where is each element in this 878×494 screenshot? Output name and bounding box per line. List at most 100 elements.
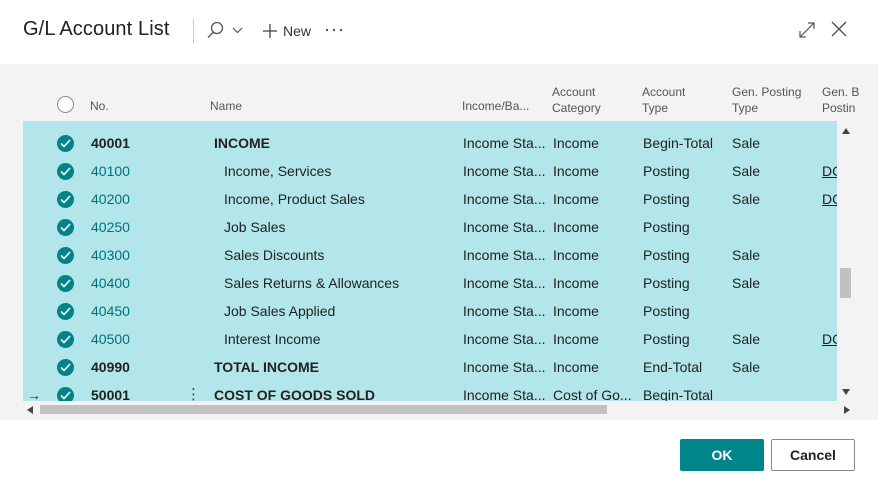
table-row[interactable]: 40200 Income, Product Sales Income Sta... I… <box>23 185 837 213</box>
cell-name: COST OF GOODS SOLD <box>214 387 376 401</box>
cell-gen-bus-posting[interactable]: DC <box>822 185 837 213</box>
column-header-gen-bus-posting-line1: Gen. B <box>822 85 860 99</box>
row-select-checkbox[interactable] <box>57 219 74 236</box>
cell-gen-bus-posting[interactable] <box>822 297 837 325</box>
vertical-scroll-thumb[interactable] <box>840 268 851 298</box>
cell-gen-posting-type: Sale <box>732 331 761 347</box>
checkmark-icon <box>60 279 71 288</box>
row-select-checkbox[interactable] <box>57 247 74 264</box>
column-header-income-balance[interactable]: Income/Ba... <box>462 98 542 114</box>
cell-no[interactable]: 50001 <box>91 381 181 401</box>
cell-account-category: Income <box>553 135 599 151</box>
table-row[interactable]: 40450 Job Sales Applied Income Sta... Incom… <box>23 297 837 325</box>
table-row[interactable]: 40500 Interest Income Income Sta... Income P… <box>23 325 837 353</box>
table-row[interactable]: 40300 Sales Discounts Income Sta... Income P… <box>23 241 837 269</box>
table-row[interactable]: 40400 Sales Returns & Allowances Income St… <box>23 269 837 297</box>
cell-no[interactable]: 40450 <box>91 297 181 325</box>
scroll-right-icon[interactable] <box>844 406 850 414</box>
checkmark-icon <box>60 307 71 316</box>
horizontal-scroll-thumb[interactable] <box>40 405 607 414</box>
column-header-gen-posting-type[interactable]: Gen. Posting Type <box>732 84 801 116</box>
cell-account-category: Income <box>553 331 599 347</box>
cell-income-balance: Income Sta... <box>463 219 546 235</box>
row-select-checkbox[interactable] <box>57 303 74 320</box>
cell-gen-bus-posting[interactable] <box>822 269 837 297</box>
column-header-no[interactable]: No. <box>90 98 109 114</box>
cell-no[interactable]: 40990 <box>91 353 181 381</box>
cell-gen-bus-posting[interactable]: DC <box>822 325 837 353</box>
cell-income-balance: Income Sta... <box>463 191 546 207</box>
cell-account-category: Income <box>553 163 599 179</box>
ok-button[interactable]: OK <box>680 439 764 471</box>
checkmark-icon <box>60 391 71 400</box>
cell-gen-posting-type: Sale <box>732 191 761 207</box>
cell-no[interactable]: 40250 <box>91 213 181 241</box>
column-header-gen-bus-posting[interactable]: Gen. B Postin <box>822 84 878 116</box>
new-button[interactable]: New <box>262 18 311 44</box>
cell-no[interactable]: 40400 <box>91 269 181 297</box>
cell-account-type: Posting <box>643 219 690 235</box>
table-row[interactable]: 40990 TOTAL INCOME Income Sta... Income End-… <box>23 353 837 381</box>
more-options-button[interactable] <box>323 18 345 42</box>
cell-gen-bus-posting[interactable] <box>822 381 837 401</box>
cell-account-category: Cost of Go... <box>553 387 632 401</box>
cell-account-category: Income <box>553 191 599 207</box>
cancel-button[interactable]: Cancel <box>771 439 855 471</box>
row-select-checkbox[interactable] <box>57 331 74 348</box>
table-row[interactable]: 40001 INCOME Income Sta... Income Begin-Tota… <box>23 129 837 157</box>
row-select-checkbox[interactable] <box>57 191 74 208</box>
close-button[interactable] <box>829 19 849 39</box>
search-button[interactable] <box>204 18 246 44</box>
scroll-up-icon[interactable] <box>842 128 850 134</box>
cell-account-category: Income <box>553 359 599 375</box>
table-row[interactable]: → 50001 ⋮ COST OF GOODS SOLD Income Sta... Co… <box>23 381 837 401</box>
table-row[interactable]: 40250 Job Sales Income Sta... Income Posting <box>23 213 837 241</box>
cell-account-type: Posting <box>643 275 690 291</box>
vertical-scrollbar[interactable] <box>837 121 854 401</box>
cell-no[interactable]: 40001 <box>91 129 181 157</box>
cell-account-category: Income <box>553 303 599 319</box>
cell-gen-bus-posting[interactable]: DC <box>822 157 837 185</box>
checkmark-icon <box>60 363 71 372</box>
cell-gen-bus-posting[interactable] <box>822 241 837 269</box>
column-header-account-category[interactable]: Account Category <box>552 84 601 116</box>
gl-account-list-dialog: G/L Account List New No. Name Income/Ba.… <box>0 0 878 494</box>
scroll-left-icon[interactable] <box>27 406 33 414</box>
cell-gen-posting-type <box>732 297 818 325</box>
cell-name: Interest Income <box>224 331 321 347</box>
table-row[interactable]: 40100 Income, Services Income Sta... Income… <box>23 157 837 185</box>
column-header-name[interactable]: Name <box>210 98 242 114</box>
row-select-checkbox[interactable] <box>57 387 74 401</box>
cell-no[interactable]: 40200 <box>91 185 181 213</box>
cell-account-type: Posting <box>643 247 690 263</box>
horizontal-scrollbar[interactable] <box>23 401 854 418</box>
cell-income-balance: Income Sta... <box>463 331 546 347</box>
cell-gen-bus-posting[interactable] <box>822 353 837 381</box>
account-grid: No. Name Income/Ba... Account Category A… <box>0 64 878 420</box>
cell-gen-bus-posting[interactable] <box>822 213 837 241</box>
column-header-gen-bus-posting-line2: Postin <box>822 101 856 115</box>
cell-name: TOTAL INCOME <box>214 359 319 375</box>
row-select-checkbox[interactable] <box>57 135 74 152</box>
column-header-account-type-line1: Account <box>642 85 686 99</box>
cell-gen-bus-posting[interactable] <box>822 129 837 157</box>
select-all-checkbox[interactable] <box>57 96 74 113</box>
column-header-account-type[interactable]: Account Type <box>642 84 685 116</box>
cell-name: Income, Services <box>224 163 332 179</box>
row-select-checkbox[interactable] <box>57 275 74 292</box>
cell-gen-posting-type: Sale <box>732 135 761 151</box>
cell-no[interactable]: 40300 <box>91 241 181 269</box>
expand-button[interactable] <box>797 20 817 40</box>
row-select-checkbox[interactable] <box>57 359 74 376</box>
search-icon <box>207 21 243 38</box>
row-select-checkbox[interactable] <box>57 163 74 180</box>
new-button-label: New <box>283 23 312 39</box>
cell-no[interactable]: 40100 <box>91 157 181 185</box>
cell-no[interactable]: 40500 <box>91 325 181 353</box>
row-actions-icon[interactable]: ⋮ <box>186 381 201 401</box>
cell-income-balance: Income Sta... <box>463 275 546 291</box>
scroll-down-icon[interactable] <box>842 389 850 395</box>
cell-name: Job Sales Applied <box>224 303 336 319</box>
cell-gen-posting-type <box>732 381 818 401</box>
close-icon <box>831 21 847 37</box>
